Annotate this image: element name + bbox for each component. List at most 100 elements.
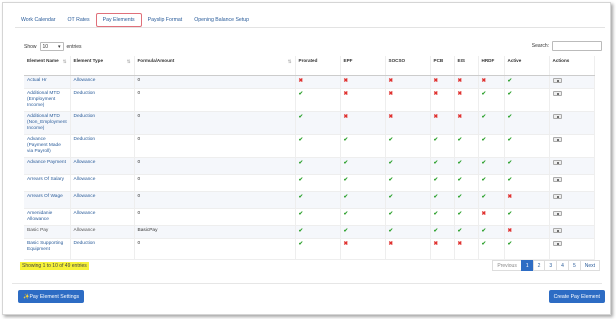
element-name-link[interactable]: Additional MTD (Non_Employment Income) — [24, 111, 71, 135]
view-icon[interactable] — [552, 136, 562, 142]
check-icon: ✔ — [343, 193, 349, 200]
cross-icon: ✖ — [433, 113, 439, 120]
tab-pay-elements[interactable]: Pay Elements — [95, 13, 142, 27]
cross-icon: ✖ — [340, 238, 386, 260]
column-header[interactable]: SOCSO — [385, 56, 431, 76]
cross-icon: ✖ — [343, 240, 349, 247]
check-icon: ✔ — [295, 157, 341, 175]
view-icon[interactable] — [552, 159, 562, 165]
cross-icon: ✖ — [388, 240, 394, 247]
check-icon: ✔ — [295, 111, 341, 135]
view-icon[interactable] — [552, 90, 562, 96]
settings-tabs: Work Calendar OT Rates Pay Elements Pays… — [15, 13, 255, 27]
previous-page-button[interactable]: Previous — [492, 260, 522, 271]
cross-icon: ✖ — [433, 77, 439, 84]
cross-icon: ✖ — [454, 111, 479, 135]
actions-cell — [549, 111, 595, 135]
check-icon: ✔ — [295, 174, 341, 192]
column-header[interactable]: Active — [504, 56, 550, 76]
element-name-link[interactable]: Advance (Payment Made via Payroll) — [24, 134, 71, 158]
element-name-link[interactable]: Actual Hr — [24, 75, 71, 89]
table-row: Arrears Of Salary Allowance 0 ✔ ✔ ✔ ✔ ✔ ✔ ✔ — [24, 174, 595, 192]
column-header[interactable]: PCB — [430, 56, 455, 76]
tab-opening-balance-setup[interactable]: Opening Balance Setup — [188, 13, 255, 27]
element-name-link[interactable]: Additional MTD (Employment Income) — [24, 88, 71, 112]
actions-cell — [549, 88, 595, 112]
column-header-label: Active — [507, 58, 522, 63]
check-icon: ✔ — [388, 136, 394, 143]
cross-icon: ✖ — [430, 75, 455, 89]
pay-element-settings-button[interactable]: ✨Pay Element Settings — [18, 290, 85, 303]
formula-amount: 0 — [134, 191, 296, 209]
check-icon: ✔ — [430, 191, 455, 209]
create-pay-element-button[interactable]: Create Pay Element — [548, 290, 605, 303]
actions-cell — [549, 174, 595, 192]
check-icon: ✔ — [388, 176, 394, 183]
check-icon: ✔ — [298, 210, 304, 217]
check-icon: ✔ — [507, 90, 513, 97]
column-header[interactable]: Element Name ⇅ — [24, 56, 71, 76]
check-icon: ✔ — [388, 210, 394, 217]
check-icon: ✔ — [385, 134, 431, 158]
cross-icon: ✖ — [343, 90, 349, 97]
view-icon[interactable] — [552, 176, 562, 182]
entries-per-page-select[interactable]: 10 ▾ — [39, 42, 64, 51]
cross-icon: ✖ — [478, 208, 505, 226]
tab-work-calendar[interactable]: Work Calendar — [15, 13, 62, 27]
element-name-link[interactable]: Arrears Of Salary — [24, 174, 71, 192]
element-type: Deduction — [70, 134, 135, 158]
search-input[interactable] — [552, 41, 602, 51]
cross-icon: ✖ — [433, 240, 439, 247]
column-header-label: Formula/Amount — [137, 58, 175, 63]
check-icon: ✔ — [504, 208, 550, 226]
check-icon: ✔ — [340, 191, 386, 209]
element-type: Deduction — [70, 238, 135, 260]
cross-icon: ✖ — [340, 111, 386, 135]
column-header[interactable]: EPF — [340, 56, 386, 76]
formula-amount: 0 — [134, 75, 296, 89]
check-icon: ✔ — [385, 208, 431, 226]
check-icon: ✔ — [478, 88, 505, 112]
column-header[interactable]: Element Type ⇅ — [70, 56, 135, 76]
view-icon[interactable] — [552, 193, 562, 199]
element-type: Allowance — [70, 157, 135, 175]
cross-icon: ✖ — [385, 111, 431, 135]
element-name-link[interactable]: Basic Pay — [24, 225, 71, 239]
check-icon: ✔ — [433, 227, 439, 234]
view-icon[interactable] — [552, 210, 562, 216]
check-icon: ✔ — [430, 134, 455, 158]
tab-payslip-format[interactable]: Payslip Format — [142, 13, 189, 27]
check-icon: ✔ — [295, 191, 341, 209]
column-header[interactable]: HRDF — [478, 56, 505, 76]
view-icon[interactable] — [552, 113, 562, 119]
view-icon[interactable] — [552, 77, 562, 83]
element-name-link[interactable]: Amenidanie Allowance — [24, 208, 71, 226]
column-header[interactable]: Actions — [549, 56, 595, 76]
cross-icon: ✖ — [430, 238, 455, 260]
search-label: Search: — [531, 43, 549, 49]
check-icon: ✔ — [340, 157, 386, 175]
check-icon: ✔ — [478, 157, 505, 175]
cross-icon: ✖ — [504, 191, 550, 209]
element-type: Allowance — [70, 191, 135, 209]
element-type: Allowance — [70, 75, 135, 89]
element-name-link[interactable]: Arrears Of Wage — [24, 191, 71, 209]
check-icon: ✔ — [385, 157, 431, 175]
check-icon: ✔ — [433, 210, 439, 217]
view-icon[interactable] — [552, 227, 562, 233]
check-icon: ✔ — [343, 176, 349, 183]
next-page-button[interactable]: Next — [579, 260, 600, 271]
cross-icon: ✖ — [295, 75, 341, 89]
element-name-link[interactable]: Advance Payment — [24, 157, 71, 175]
view-icon[interactable] — [552, 240, 562, 246]
check-icon: ✔ — [504, 174, 550, 192]
column-header[interactable]: EIS — [454, 56, 479, 76]
check-icon: ✔ — [454, 174, 479, 192]
check-icon: ✔ — [340, 225, 386, 239]
check-icon: ✔ — [481, 240, 487, 247]
tab-ot-rates[interactable]: OT Rates — [62, 13, 96, 27]
element-name-link[interactable]: Basic Supporting Equipment — [24, 238, 71, 260]
column-header[interactable]: Formula/Amount ⇅ — [134, 56, 296, 76]
check-icon: ✔ — [388, 227, 394, 234]
column-header[interactable]: Prorated — [295, 56, 341, 76]
